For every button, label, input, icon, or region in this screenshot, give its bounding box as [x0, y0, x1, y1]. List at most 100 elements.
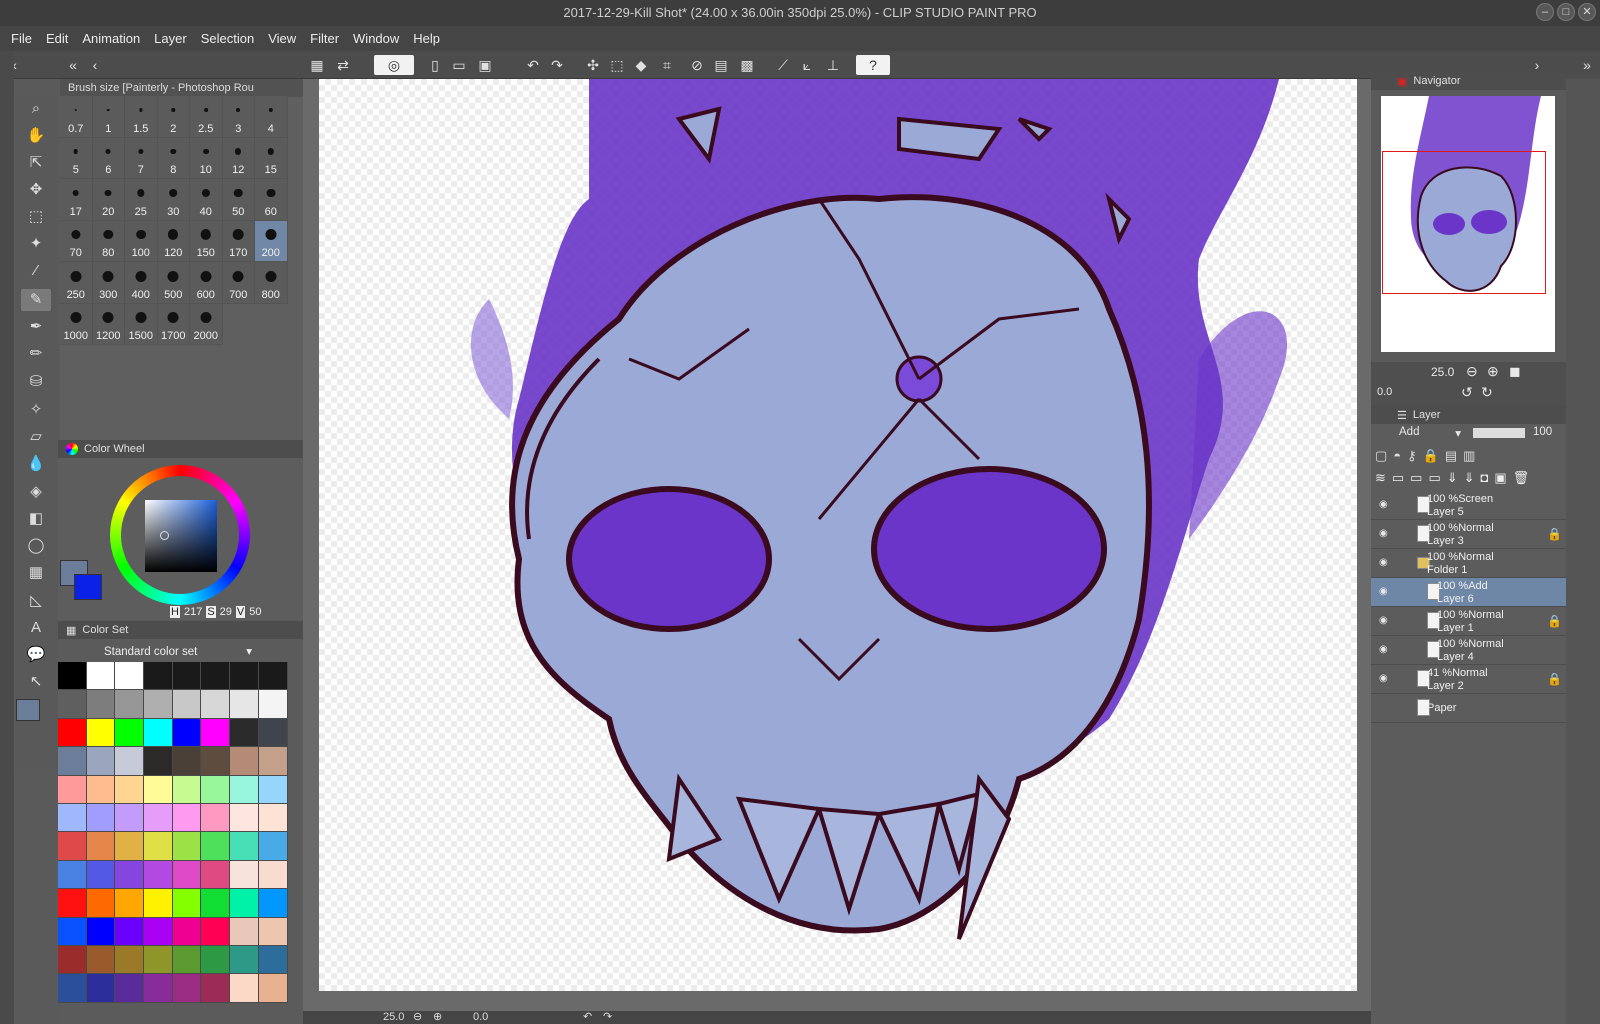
color-swatch[interactable] [230, 775, 259, 804]
brush-size-cell[interactable]: 400 [125, 262, 158, 304]
color-swatch[interactable] [86, 917, 116, 946]
color-swatch[interactable] [144, 974, 173, 1003]
brush-size-cell[interactable]: 5 [60, 137, 93, 179]
brush-tool-icon[interactable]: ✎ [21, 289, 51, 311]
color-swatch[interactable] [144, 945, 173, 975]
select-area-icon[interactable]: ⬚ [606, 55, 628, 75]
main-color-swatch[interactable] [16, 699, 40, 721]
brush-size-cell[interactable]: 70 [60, 220, 93, 262]
color-swatch[interactable] [115, 860, 145, 890]
zoom-tool-icon[interactable]: ⌕ [25, 98, 47, 120]
color-swatch[interactable] [230, 889, 259, 918]
brush-size-cell[interactable]: 12 [222, 137, 255, 179]
tone-icon[interactable]: ▤ [710, 55, 732, 75]
selection-tool-icon[interactable]: ⬚ [25, 206, 47, 228]
brush-size-cell[interactable]: 40 [190, 179, 223, 221]
brush-size-cell[interactable]: 17 [60, 179, 93, 221]
brush-size-cell[interactable]: 80 [92, 220, 125, 262]
sv-picker-handle[interactable] [160, 531, 169, 540]
color-swatch[interactable] [172, 945, 202, 975]
ruler-snap-icon[interactable]: ⟋ [772, 55, 794, 75]
menu-view[interactable]: View [261, 26, 303, 51]
color-swatch[interactable] [115, 917, 145, 946]
eraser-icon[interactable]: ▱ [25, 426, 47, 448]
color-swatch[interactable] [58, 889, 87, 918]
correct-line-icon[interactable]: ↖ [25, 671, 47, 693]
undo-icon[interactable]: ↶ [522, 55, 544, 75]
color-swatch[interactable] [144, 860, 173, 890]
color-swatch[interactable] [230, 662, 259, 691]
maximize-icon[interactable]: □ [1557, 3, 1575, 21]
color-swatch[interactable] [86, 747, 116, 776]
color-swatch[interactable] [172, 718, 202, 748]
rotate-icon[interactable]: ↺ [1461, 384, 1473, 401]
color-swatch[interactable] [201, 974, 231, 1003]
pen-tool-icon[interactable]: ✒ [25, 316, 47, 338]
color-swatch[interactable] [115, 747, 145, 776]
color-swatch[interactable] [230, 690, 259, 719]
color-swatch[interactable] [86, 832, 116, 861]
lock-icon[interactable]: 🔒 [1547, 527, 1562, 541]
wheel-sub-color[interactable] [74, 574, 102, 600]
save-icon[interactable]: ▣ [474, 55, 496, 75]
layer-row[interactable]: Paper [1371, 694, 1566, 723]
menu-layer[interactable]: Layer [147, 26, 194, 51]
open-file-icon[interactable]: ▭ [448, 55, 470, 75]
color-swatch[interactable] [172, 974, 202, 1003]
menu-filter[interactable]: Filter [303, 26, 346, 51]
brush-size-cell[interactable]: 700 [222, 262, 255, 304]
color-swatch[interactable] [172, 662, 202, 691]
color-swatch[interactable] [144, 690, 173, 719]
color-swatch[interactable] [115, 718, 145, 748]
color-swatch[interactable] [258, 747, 288, 776]
fit-icon[interactable]: ◼ [1509, 363, 1521, 380]
layer-row[interactable]: ◉ 100 %Normal Layer 1 🔒 [1371, 607, 1566, 636]
color-swatch[interactable] [172, 775, 202, 804]
canvas-paper[interactable] [319, 79, 1357, 991]
eye-icon[interactable]: ◉ [1379, 644, 1391, 656]
hue-ring[interactable] [110, 465, 250, 605]
redo-icon[interactable]: ↷ [546, 55, 568, 75]
color-swatch[interactable] [115, 690, 145, 719]
color-swatch[interactable] [86, 718, 116, 748]
color-swatch[interactable] [230, 945, 259, 975]
color-swatch[interactable] [258, 832, 288, 861]
color-swatch[interactable] [230, 832, 259, 861]
color-swatch[interactable] [258, 945, 288, 975]
color-swatch[interactable] [144, 917, 173, 946]
color-set-dropdown[interactable]: Standard color set ▾ [62, 643, 254, 661]
color-swatch[interactable] [58, 974, 87, 1003]
brush-size-cell[interactable]: 600 [190, 262, 223, 304]
color-swatch[interactable] [172, 690, 202, 719]
color-swatch[interactable] [144, 803, 173, 833]
color-swatch[interactable] [230, 718, 259, 748]
brush-size-cell[interactable]: 2000 [190, 303, 223, 345]
color-swatch[interactable] [86, 889, 116, 918]
color-swatch[interactable] [115, 832, 145, 861]
brush-size-cell[interactable]: 2 [157, 96, 190, 138]
lock-icon[interactable]: 🔒 [1547, 614, 1562, 628]
color-swatch[interactable] [172, 832, 202, 861]
brush-size-cell[interactable]: 100 [125, 220, 158, 262]
move-tool-icon[interactable]: ✥ [25, 179, 47, 201]
brush-size-cell[interactable]: 200 [255, 220, 288, 262]
color-wheel-tab[interactable]: Color Wheel [58, 440, 303, 458]
brush-size-cell[interactable]: 150 [190, 220, 223, 262]
color-swatch[interactable] [144, 718, 173, 748]
navigator-rotation-value[interactable]: 0.0 [1377, 386, 1392, 398]
color-swatch[interactable] [258, 775, 288, 804]
color-swatch[interactable] [258, 718, 288, 748]
gradient-icon[interactable]: ◧ [25, 508, 47, 530]
color-swatch[interactable] [144, 747, 173, 776]
color-swatch[interactable] [58, 832, 87, 861]
navigator-zoom-value[interactable]: 25.0 [1431, 365, 1454, 379]
brush-size-cell[interactable]: 25 [125, 179, 158, 221]
brush-size-cell[interactable]: 20 [92, 179, 125, 221]
color-swatch[interactable] [258, 917, 288, 946]
balloon-icon[interactable]: 💬 [25, 644, 47, 666]
eye-icon[interactable]: ◉ [1379, 615, 1391, 627]
color-swatch[interactable] [58, 860, 87, 890]
navigator-preview[interactable] [1381, 96, 1555, 352]
eye-icon[interactable]: ◉ [1379, 673, 1391, 685]
color-swatch[interactable] [144, 662, 173, 691]
